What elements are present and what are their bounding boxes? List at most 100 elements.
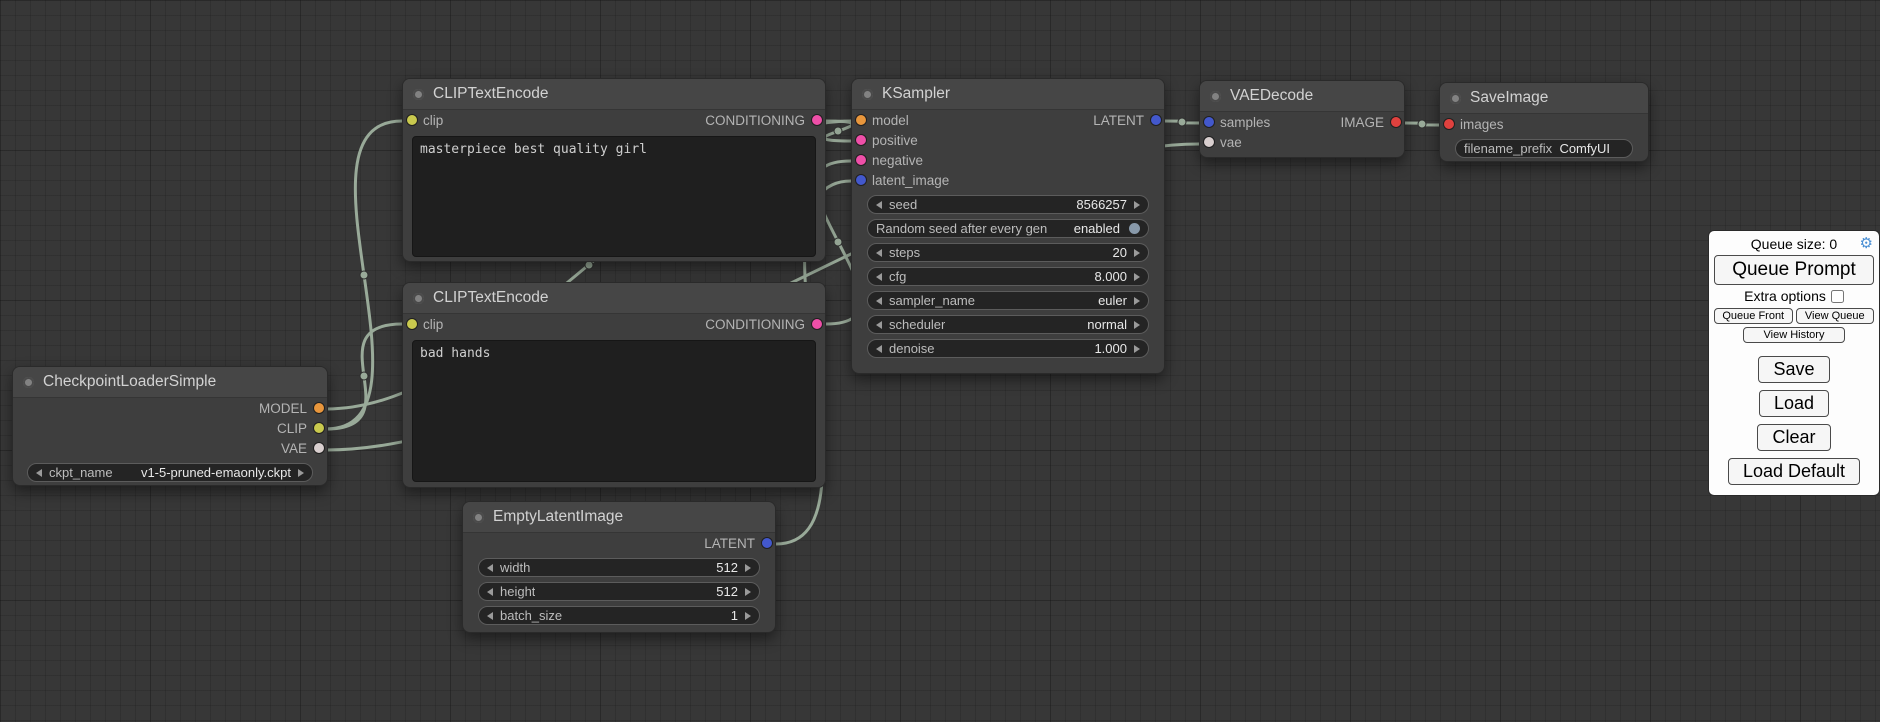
steps-number-widget[interactable]: steps 20 bbox=[867, 243, 1149, 262]
decrement-arrow-icon[interactable] bbox=[487, 612, 493, 620]
filename-prefix-widget[interactable]: filename_prefix ComfyUI bbox=[1455, 139, 1633, 158]
ckpt-name-combo[interactable]: ckpt_name v1-5-pruned-emaonly.ckpt bbox=[27, 463, 313, 482]
increment-arrow-icon[interactable] bbox=[1134, 321, 1140, 329]
negative-input-dot[interactable] bbox=[856, 155, 866, 165]
increment-arrow-icon[interactable] bbox=[1134, 273, 1140, 281]
collapse-dot-icon[interactable] bbox=[473, 512, 484, 523]
collapse-dot-icon[interactable] bbox=[1450, 93, 1461, 104]
node-clip-text-encode-negative[interactable]: CLIPTextEncode clip CONDITIONING bad han… bbox=[402, 282, 826, 488]
link-midpoint-dot bbox=[360, 372, 368, 380]
widget-label: ckpt_name bbox=[49, 465, 113, 480]
node-title-bar[interactable]: SaveImage bbox=[1440, 83, 1648, 114]
latent-output-dot[interactable] bbox=[762, 538, 772, 548]
node-title-bar[interactable]: KSampler bbox=[852, 79, 1164, 110]
toggle-on-icon[interactable] bbox=[1129, 223, 1140, 234]
decrement-arrow-icon[interactable] bbox=[487, 564, 493, 572]
node-title-bar[interactable]: CLIPTextEncode bbox=[403, 283, 825, 314]
height-number-widget[interactable]: height 512 bbox=[478, 582, 760, 601]
widget-value: 512 bbox=[716, 560, 738, 575]
node-title-bar[interactable]: CheckpointLoaderSimple bbox=[13, 367, 327, 398]
cfg-number-widget[interactable]: cfg 8.000 bbox=[867, 267, 1149, 286]
increment-arrow-icon[interactable] bbox=[1134, 345, 1140, 353]
increment-arrow-icon[interactable] bbox=[745, 612, 751, 620]
prompt-textarea[interactable]: bad hands bbox=[412, 340, 816, 482]
increment-arrow-icon[interactable] bbox=[745, 588, 751, 596]
collapse-dot-icon[interactable] bbox=[413, 293, 424, 304]
node-clip-text-encode-positive[interactable]: CLIPTextEncode clip CONDITIONING masterp… bbox=[402, 78, 826, 262]
images-input-dot[interactable] bbox=[1444, 119, 1454, 129]
settings-gear-icon[interactable]: ⚙ bbox=[1860, 233, 1873, 254]
queue-prompt-button[interactable]: Queue Prompt bbox=[1714, 255, 1874, 285]
widget-label: height bbox=[500, 584, 535, 599]
view-queue-button[interactable]: View Queue bbox=[1796, 308, 1875, 324]
queue-front-button[interactable]: Queue Front bbox=[1714, 308, 1793, 324]
node-save-image[interactable]: SaveImage images filename_prefix ComfyUI bbox=[1439, 82, 1649, 162]
clip-input-dot[interactable] bbox=[407, 115, 417, 125]
batch-size-number-widget[interactable]: batch_size 1 bbox=[478, 606, 760, 625]
vae-output-dot[interactable] bbox=[314, 443, 324, 453]
increment-arrow-icon[interactable] bbox=[745, 564, 751, 572]
sampler-name-combo[interactable]: sampler_name euler bbox=[867, 291, 1149, 310]
samples-input-dot[interactable] bbox=[1204, 117, 1214, 127]
link-midpoint-dot bbox=[1178, 118, 1186, 126]
increment-arrow-icon[interactable] bbox=[1134, 249, 1140, 257]
model-output-dot[interactable] bbox=[314, 403, 324, 413]
positive-input-dot[interactable] bbox=[856, 135, 866, 145]
node-title: CheckpointLoaderSimple bbox=[43, 373, 216, 391]
decrement-arrow-icon[interactable] bbox=[876, 345, 882, 353]
slot-label: clip bbox=[423, 317, 443, 332]
queue-buttons-row: Queue Front View Queue bbox=[1714, 308, 1874, 324]
seed-number-widget[interactable]: seed 8566257 bbox=[867, 195, 1149, 214]
decrement-arrow-icon[interactable] bbox=[876, 201, 882, 209]
conditioning-output-dot[interactable] bbox=[812, 319, 822, 329]
view-history-button[interactable]: View History bbox=[1743, 327, 1845, 343]
input-slot-clip: clip bbox=[403, 314, 443, 334]
node-checkpoint-loader[interactable]: CheckpointLoaderSimple MODEL CLIP VAE ck… bbox=[12, 366, 328, 486]
latent-output-dot[interactable] bbox=[1151, 115, 1161, 125]
node-title-bar[interactable]: VAEDecode bbox=[1200, 81, 1404, 112]
slot-label: clip bbox=[423, 113, 443, 128]
width-number-widget[interactable]: width 512 bbox=[478, 558, 760, 577]
decrement-arrow-icon[interactable] bbox=[876, 249, 882, 257]
extra-options-checkbox[interactable] bbox=[1831, 290, 1844, 303]
clip-output-dot[interactable] bbox=[314, 423, 324, 433]
latent-image-input-dot[interactable] bbox=[856, 175, 866, 185]
decrement-arrow-icon[interactable] bbox=[487, 588, 493, 596]
collapse-dot-icon[interactable] bbox=[413, 89, 424, 100]
node-vae-decode[interactable]: VAEDecode samples vae IMAGE bbox=[1199, 80, 1405, 158]
output-slot-latent: LATENT bbox=[1093, 110, 1164, 130]
link-midpoint-dot bbox=[834, 127, 842, 135]
node-empty-latent-image[interactable]: EmptyLatentImage LATENT width 512 height… bbox=[462, 501, 776, 633]
widget-value: enabled bbox=[1074, 221, 1120, 236]
scheduler-combo[interactable]: scheduler normal bbox=[867, 315, 1149, 334]
node-title: CLIPTextEncode bbox=[433, 289, 548, 307]
clip-input-dot[interactable] bbox=[407, 319, 417, 329]
decrement-arrow-icon[interactable] bbox=[876, 273, 882, 281]
denoise-number-widget[interactable]: denoise 1.000 bbox=[867, 339, 1149, 358]
collapse-dot-icon[interactable] bbox=[1210, 91, 1221, 102]
image-output-dot[interactable] bbox=[1391, 117, 1401, 127]
conditioning-output-dot[interactable] bbox=[812, 115, 822, 125]
node-title-bar[interactable]: EmptyLatentImage bbox=[463, 502, 775, 533]
collapse-dot-icon[interactable] bbox=[23, 377, 34, 388]
load-button[interactable]: Load bbox=[1759, 390, 1829, 417]
random-seed-toggle-widget[interactable]: Random seed after every gen enabled bbox=[867, 219, 1149, 238]
increment-arrow-icon[interactable] bbox=[1134, 297, 1140, 305]
prompt-textarea[interactable]: masterpiece best quality girl bbox=[412, 136, 816, 257]
model-input-dot[interactable] bbox=[856, 115, 866, 125]
node-title-bar[interactable]: CLIPTextEncode bbox=[403, 79, 825, 110]
save-button[interactable]: Save bbox=[1758, 356, 1829, 383]
decrement-arrow-icon[interactable] bbox=[876, 321, 882, 329]
vae-input-dot[interactable] bbox=[1204, 137, 1214, 147]
collapse-dot-icon[interactable] bbox=[862, 89, 873, 100]
node-title: SaveImage bbox=[1470, 89, 1548, 107]
increment-arrow-icon[interactable] bbox=[298, 469, 304, 477]
decrement-arrow-icon[interactable] bbox=[36, 469, 42, 477]
decrement-arrow-icon[interactable] bbox=[876, 297, 882, 305]
increment-arrow-icon[interactable] bbox=[1134, 201, 1140, 209]
node-ksampler[interactable]: KSampler model positive negative latent_… bbox=[851, 78, 1165, 374]
widget-label: filename_prefix bbox=[1464, 141, 1552, 156]
clear-button[interactable]: Clear bbox=[1757, 424, 1830, 451]
load-default-button[interactable]: Load Default bbox=[1728, 458, 1860, 485]
graph-canvas[interactable]: { "icons": { "gear": "⚙" }, "colors": { … bbox=[0, 0, 1880, 722]
